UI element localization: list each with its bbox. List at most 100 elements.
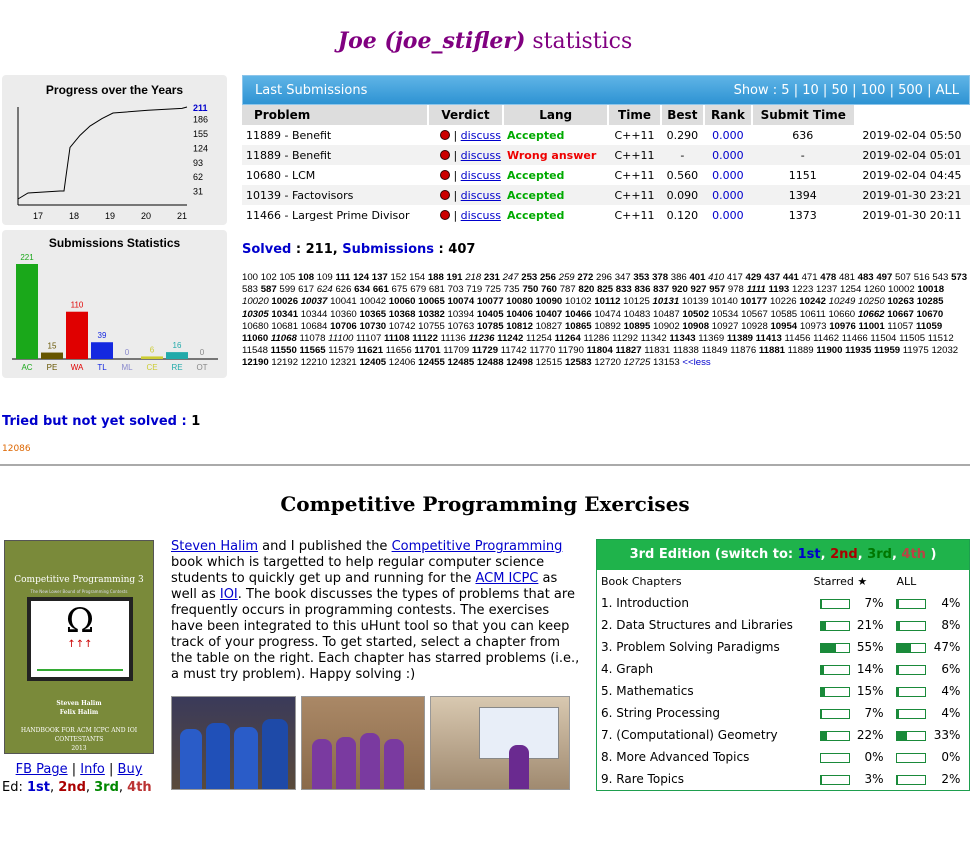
- solved-problem[interactable]: 11656: [386, 345, 412, 356]
- solved-problem[interactable]: 10249: [829, 296, 856, 307]
- solved-problem[interactable]: 10102: [565, 296, 592, 307]
- solved-problem[interactable]: 11565: [299, 345, 325, 356]
- solved-problem[interactable]: 10065: [418, 296, 445, 307]
- discuss-link[interactable]: discuss: [461, 189, 501, 202]
- solved-problem[interactable]: 11068: [271, 333, 297, 344]
- solved-problem[interactable]: 543: [932, 272, 948, 283]
- solved-problem[interactable]: 927: [691, 284, 707, 295]
- solved-problem[interactable]: 111: [335, 272, 350, 283]
- solved-problem[interactable]: 10742: [389, 321, 416, 332]
- solved-problem[interactable]: 152: [390, 272, 406, 283]
- problem-name[interactable]: 10139 - Factovisors: [242, 185, 428, 205]
- solved-problem[interactable]: 725: [485, 284, 501, 295]
- problem-icon[interactable]: [439, 189, 450, 200]
- switch-1st[interactable]: 1st: [798, 547, 821, 562]
- solved-problem[interactable]: 10585: [770, 309, 797, 320]
- solved-problem[interactable]: 10394: [448, 309, 475, 320]
- solved-problem[interactable]: 10250: [858, 296, 885, 307]
- solved-problem[interactable]: 750: [522, 284, 538, 295]
- steven-halim-link[interactable]: Steven Halim: [171, 539, 258, 554]
- solved-problem[interactable]: 703: [448, 284, 464, 295]
- solved-problem[interactable]: 12192: [271, 357, 298, 368]
- solved-problem[interactable]: 10125: [623, 296, 650, 307]
- solved-problem[interactable]: 10080: [506, 296, 533, 307]
- solved-problem[interactable]: 11369: [698, 333, 724, 344]
- solved-problem[interactable]: 10681: [271, 321, 298, 332]
- solved-problem[interactable]: 11975: [903, 345, 929, 356]
- less-link[interactable]: <<less: [682, 357, 710, 368]
- solved-problem[interactable]: 10018: [917, 284, 944, 295]
- solved-problem[interactable]: 10785: [477, 321, 504, 332]
- solved-problem[interactable]: 10973: [800, 321, 827, 332]
- solved-problem[interactable]: 12720: [594, 357, 621, 368]
- solved-problem[interactable]: 11254: [526, 333, 552, 344]
- solved-problem[interactable]: 11108: [384, 333, 410, 344]
- solved-problem[interactable]: 100: [242, 272, 258, 283]
- solved-problem[interactable]: 10002: [888, 284, 915, 295]
- tried-problem[interactable]: 12086: [2, 444, 31, 454]
- solved-problem[interactable]: 10927: [712, 321, 739, 332]
- edition-3rd[interactable]: 3rd: [94, 780, 119, 795]
- solved-problem[interactable]: 188: [428, 272, 444, 283]
- chapter-row[interactable]: 4. Graph 14% 6%: [597, 658, 969, 680]
- problem-name[interactable]: 11889 - Benefit: [242, 145, 428, 165]
- solved-problem[interactable]: 587: [261, 284, 277, 295]
- solved-problem[interactable]: 12321: [330, 357, 357, 368]
- chapter-name[interactable]: 7. (Computational) Geometry: [597, 724, 810, 746]
- solved-problem[interactable]: 231: [484, 272, 500, 283]
- problem-name[interactable]: 11889 - Benefit: [242, 125, 428, 145]
- solved-problem[interactable]: 10474: [594, 309, 621, 320]
- solved-problem[interactable]: 347: [615, 272, 631, 283]
- problem-icon[interactable]: [439, 129, 450, 140]
- solved-problem[interactable]: 11550: [271, 345, 297, 356]
- solved-problem[interactable]: 10763: [448, 321, 475, 332]
- solved-problem[interactable]: 296: [596, 272, 612, 283]
- solved-problem[interactable]: 10226: [770, 296, 797, 307]
- solved-problem[interactable]: 102: [261, 272, 277, 283]
- solved-problem[interactable]: 10285: [917, 296, 944, 307]
- solved-problem[interactable]: 10755: [418, 321, 445, 332]
- discuss-link[interactable]: discuss: [461, 169, 501, 182]
- solved-problem[interactable]: 11462: [813, 333, 839, 344]
- solved-problem[interactable]: 10042: [359, 296, 386, 307]
- solved-problem[interactable]: 10976: [829, 321, 856, 332]
- solved-problem[interactable]: 11512: [928, 333, 954, 344]
- solved-problem[interactable]: 10382: [418, 309, 445, 320]
- solved-problem[interactable]: 10060: [389, 296, 416, 307]
- problem-name[interactable]: 10680 - LCM: [242, 165, 428, 185]
- solved-problem[interactable]: 10406: [506, 309, 533, 320]
- solved-problem[interactable]: 626: [335, 284, 351, 295]
- solved-problem[interactable]: 11548: [242, 345, 268, 356]
- solved-problem[interactable]: 12583: [565, 357, 592, 368]
- book-cover[interactable]: Competitive Programming 3 The New Lower …: [4, 540, 154, 754]
- solved-problem[interactable]: 11621: [357, 345, 383, 356]
- edition-1st[interactable]: 1st: [27, 780, 50, 795]
- solved-problem[interactable]: 10483: [624, 309, 651, 320]
- chapter-name[interactable]: 3. Problem Solving Paradigms: [597, 636, 810, 658]
- solved-problem[interactable]: 10812: [506, 321, 533, 332]
- solved-problem[interactable]: 10954: [770, 321, 797, 332]
- solved-problem[interactable]: 253: [521, 272, 537, 283]
- solved-problem[interactable]: 10177: [741, 296, 768, 307]
- solved-problem[interactable]: 1223: [792, 284, 813, 295]
- discuss-link[interactable]: discuss: [461, 149, 501, 162]
- solved-problem[interactable]: 10074: [448, 296, 475, 307]
- solved-problem[interactable]: 12190: [242, 357, 269, 368]
- best-time[interactable]: 0.000: [704, 165, 752, 185]
- solved-problem[interactable]: 11729: [472, 345, 498, 356]
- solved-problem[interactable]: 1237: [816, 284, 837, 295]
- solved-problem[interactable]: 108: [298, 272, 314, 283]
- solved-problem[interactable]: 10242: [799, 296, 826, 307]
- solved-problem[interactable]: 599: [279, 284, 295, 295]
- chapter-name[interactable]: 5. Mathematics: [597, 680, 810, 702]
- solved-problem[interactable]: 11831: [644, 345, 670, 356]
- chapter-name[interactable]: 4. Graph: [597, 658, 810, 680]
- solved-problem[interactable]: 11959: [874, 345, 900, 356]
- solved-problem[interactable]: 10902: [653, 321, 680, 332]
- solved-problem[interactable]: 11342: [641, 333, 667, 344]
- solved-problem[interactable]: 11876: [730, 345, 756, 356]
- solved-problem[interactable]: 272: [577, 272, 593, 283]
- chapter-row[interactable]: 1. Introduction 7% 4%: [597, 592, 969, 614]
- solved-problem[interactable]: 978: [728, 284, 744, 295]
- solved-problem[interactable]: 437: [764, 272, 780, 283]
